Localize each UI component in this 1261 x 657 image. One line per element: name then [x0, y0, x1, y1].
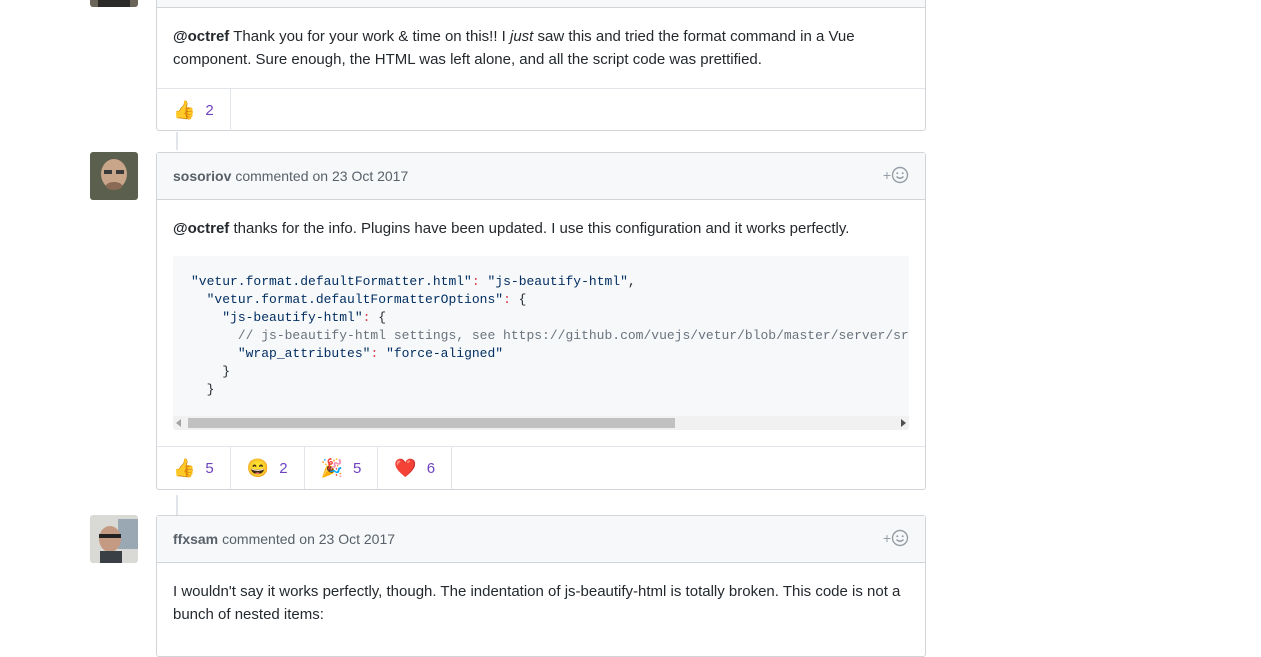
tada-icon: 🎉	[320, 458, 343, 478]
code-key: "vetur.format.defaultFormatterOptions"	[206, 292, 504, 307]
emphasis-text: just	[509, 28, 534, 45]
code-line: "vetur.format.defaultFormatterOptions": …	[206, 292, 527, 307]
comment-header: sosoriov commented on 23 Oct 2017 +	[157, 153, 925, 200]
code-comment: // js-beautify-html settings, see https:…	[237, 328, 909, 343]
avatar[interactable]	[90, 0, 138, 7]
smiley-icon	[891, 166, 909, 184]
reaction-smile[interactable]: 😄 2	[231, 447, 305, 489]
reaction-count: 2	[205, 101, 214, 119]
thumbs-up-icon: 👍	[173, 458, 196, 478]
comment-header: ffxsam commented on 23 Oct 2017 +	[157, 516, 925, 563]
reaction-count: 2	[279, 459, 288, 477]
comment-text: thanks for the info. Plugins have been u…	[229, 220, 850, 237]
comment-card: @octref Thank you for your work & time o…	[156, 0, 926, 131]
avatar[interactable]	[90, 515, 138, 563]
code-line: "js-beautify-html": {	[222, 310, 387, 325]
user-mention[interactable]: @octref	[173, 28, 229, 45]
code-string: "js-beautify-html"	[487, 274, 628, 289]
code-punct: :	[471, 274, 480, 289]
reaction-count: 6	[426, 459, 436, 477]
code-punct: :	[503, 292, 511, 307]
comment-verb: commented	[235, 168, 309, 184]
reactions-bar: 👍 2	[157, 88, 925, 131]
comment-body: @octref thanks for the info. Plugins hav…	[157, 200, 925, 446]
horizontal-scrollbar[interactable]	[173, 416, 909, 430]
heart-icon: ❤️	[394, 458, 417, 478]
thumbs-up-icon: 👍	[173, 100, 196, 120]
add-reaction-button[interactable]: +	[883, 166, 909, 184]
author-link[interactable]: sosoriov	[173, 168, 231, 184]
code-punct: :	[362, 310, 371, 325]
code-line: "wrap_attributes": "force-aligned"	[191, 346, 503, 361]
reactions-bar: 👍 5 😄 2 🎉 5 ❤️ 6	[157, 446, 925, 489]
code-key: "wrap_attributes"	[237, 346, 371, 361]
code-string: "force-aligned"	[386, 346, 504, 361]
code-line: }	[206, 382, 215, 397]
comment-card: sosoriov commented on 23 Oct 2017 + @oct…	[156, 152, 926, 490]
reaction-count: 5	[352, 459, 362, 477]
code-key: "js-beautify-html"	[222, 310, 363, 325]
plus-label: +	[882, 167, 891, 183]
comment-date-link[interactable]: on 23 Oct 2017	[299, 531, 395, 547]
comment-date-link[interactable]: on 23 Oct 2017	[313, 168, 409, 184]
timeline-line	[176, 132, 178, 150]
plus-label: +	[882, 530, 891, 546]
code-content: "vetur.format.defaultFormatter.html": "j…	[173, 256, 909, 416]
comment-body: @octref Thank you for your work & time o…	[157, 8, 925, 88]
user-mention[interactable]: @octref	[173, 220, 229, 237]
scroll-thumb[interactable]	[188, 418, 675, 428]
reaction-tada[interactable]: 🎉 5	[305, 447, 379, 489]
author-link[interactable]: ffxsam	[173, 531, 218, 547]
scroll-right-arrow-icon[interactable]	[901, 419, 906, 427]
code-punct: :	[370, 346, 379, 361]
comment-text: Thank you for your work & time on this!!…	[229, 28, 510, 45]
reaction-heart[interactable]: ❤️ 6	[378, 447, 453, 489]
timeline-line	[176, 495, 178, 515]
reaction-thumbs-up[interactable]: 👍 2	[157, 89, 231, 131]
comment-card: ffxsam commented on 23 Oct 2017 + I woul…	[156, 515, 926, 657]
smile-icon: 😄	[246, 458, 270, 478]
reaction-count: 5	[205, 459, 214, 477]
scroll-left-arrow-icon[interactable]	[176, 419, 181, 427]
code-key: "vetur.format.defaultFormatter.html"	[191, 274, 472, 289]
add-reaction-button[interactable]: +	[883, 529, 909, 547]
comment-text: I wouldn't say it works perfectly, thoug…	[173, 583, 901, 623]
code-line: }	[222, 364, 231, 379]
avatar[interactable]	[90, 152, 138, 200]
code-line: "vetur.format.defaultFormatter.html": "j…	[191, 274, 636, 289]
reaction-thumbs-up[interactable]: 👍 5	[157, 447, 231, 489]
code-line: // js-beautify-html settings, see https:…	[191, 328, 909, 343]
smiley-icon	[891, 529, 909, 547]
code-block[interactable]: "vetur.format.defaultFormatter.html": "j…	[173, 256, 909, 430]
comment-verb: commented	[222, 531, 296, 547]
comment-body: I wouldn't say it works perfectly, thoug…	[157, 563, 925, 641]
